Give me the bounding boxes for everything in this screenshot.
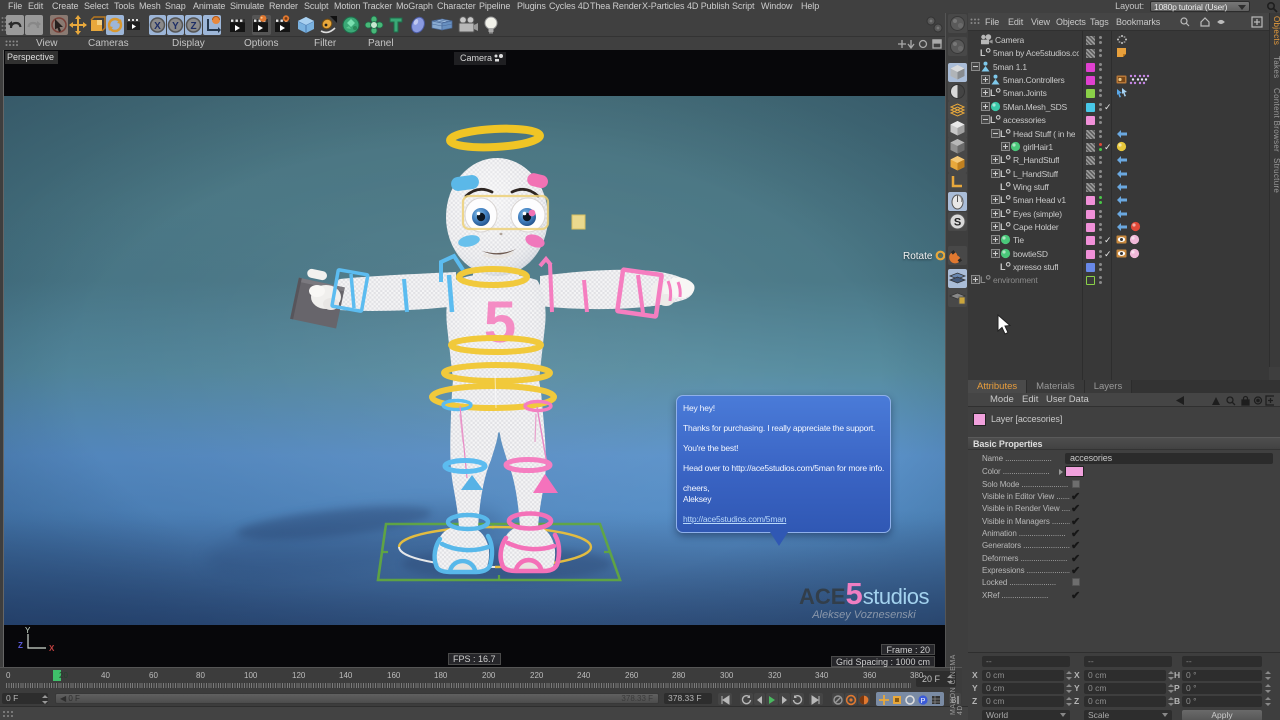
svg-text:L: L [980,48,986,58]
svg-text:L: L [1000,169,1006,179]
svg-text:Z: Z [190,21,196,32]
svg-text:L: L [1000,222,1006,232]
svg-text:L: L [1000,262,1006,272]
svg-text:L: L [980,275,986,285]
svg-text:P: P [921,698,926,705]
svg-text:L: L [1000,155,1006,165]
svg-text:L: L [1000,129,1006,139]
svg-text:L: L [1000,209,1006,219]
svg-text:L: L [1000,195,1006,205]
svg-text:Y: Y [172,21,179,32]
svg-text:L: L [990,88,996,98]
svg-text:L: L [1000,182,1006,192]
svg-text:X: X [49,644,55,653]
svg-text:Y: Y [25,626,31,635]
svg-text:S: S [954,217,961,229]
svg-text:5: 5 [484,290,516,355]
svg-text:X: X [154,21,161,32]
svg-text:L: L [990,115,996,125]
svg-text:Z: Z [18,641,23,650]
